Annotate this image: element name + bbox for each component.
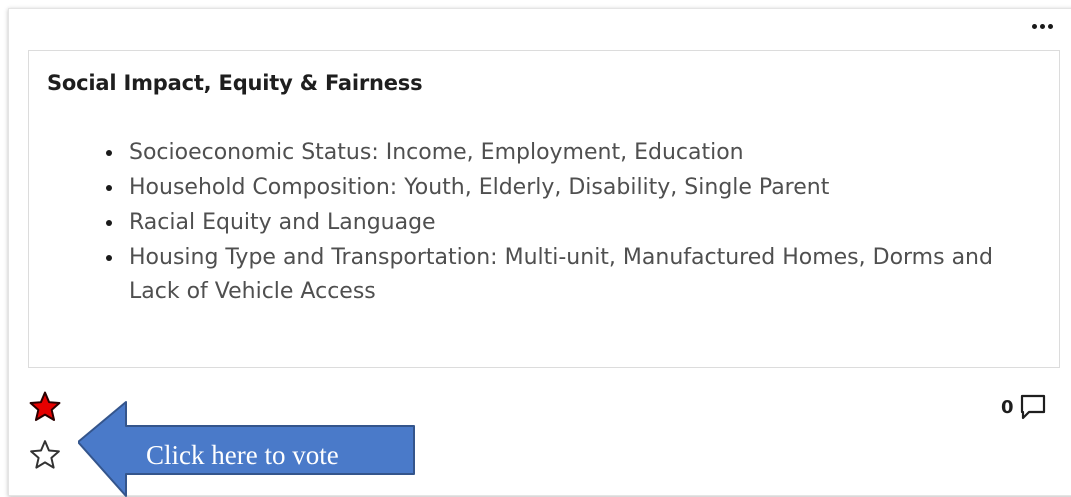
idea-title: Social Impact, Equity & Fairness xyxy=(47,71,423,95)
comment-bubble-icon xyxy=(1020,394,1045,420)
idea-content-box: Social Impact, Equity & Fairness Socioec… xyxy=(28,50,1060,368)
vote-callout-label: Click here to vote xyxy=(146,440,339,470)
list-item: Socioeconomic Status: Income, Employment… xyxy=(125,135,1025,170)
list-item: Household Composition: Youth, Elderly, D… xyxy=(125,170,1025,205)
idea-bullet-list: Socioeconomic Status: Income, Employment… xyxy=(79,135,1025,309)
comments-button[interactable]: 0 xyxy=(1001,390,1048,424)
ellipsis-icon xyxy=(1048,23,1053,29)
list-item: Housing Type and Transportation: Multi-u… xyxy=(125,240,1025,309)
more-options-button[interactable] xyxy=(1032,14,1064,38)
star-filled-icon[interactable] xyxy=(28,390,62,424)
comment-count: 0 xyxy=(1001,396,1014,418)
ellipsis-icon xyxy=(1040,23,1045,29)
list-item: Racial Equity and Language xyxy=(125,205,1025,240)
star-outline-icon[interactable] xyxy=(28,438,62,472)
ellipsis-icon xyxy=(1032,23,1037,29)
